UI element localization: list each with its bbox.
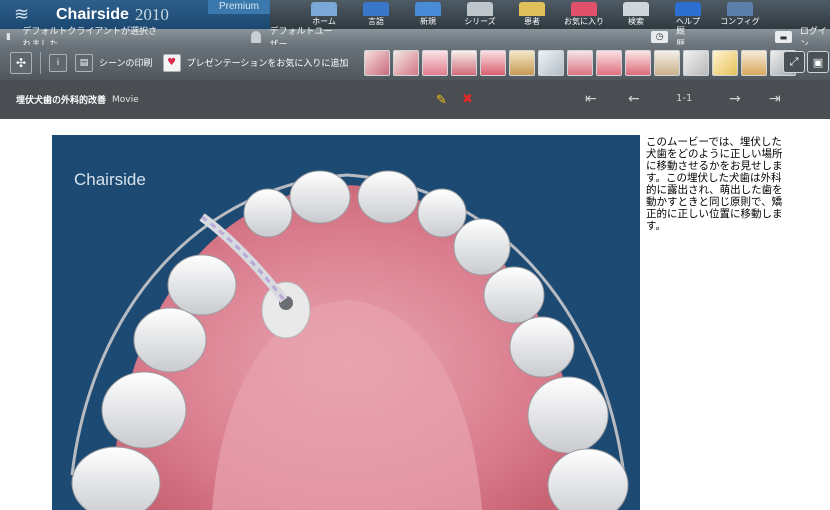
last-page-icon[interactable]: ⇥ (769, 91, 781, 107)
scene-thumb[interactable] (625, 50, 651, 76)
help-icon (675, 2, 701, 16)
scene-thumb[interactable] (480, 50, 506, 76)
language-icon (363, 2, 389, 16)
nav-patient[interactable]: 患者 (506, 0, 558, 29)
scene-title-bar: 埋伏犬歯の外科的改善 Movie ✎ ✖ ⇤ ← 1-1 → ⇥ (0, 80, 830, 119)
expand-icon[interactable]: ⤢ (783, 51, 805, 73)
toolbar-divider (40, 51, 41, 74)
edit-pencil-icon[interactable]: ✎ (436, 93, 447, 108)
monitor-icon[interactable]: ▣ (807, 51, 829, 73)
print-scene-button[interactable]: シーンの印刷 (99, 56, 153, 69)
scene-thumb[interactable] (451, 50, 477, 76)
favorites-icon (571, 2, 597, 16)
brand-year: 2010 (134, 4, 169, 24)
content-area: Chairside このムービーでは、埋伏した犬歯をどのように正しい場所に移動さ… (0, 119, 830, 510)
video-player[interactable]: Chairside (52, 135, 640, 510)
scene-thumb[interactable] (712, 50, 738, 76)
nav-new[interactable]: 新規 (402, 0, 454, 29)
scene-type: Movie (112, 94, 139, 105)
app-window: ≋ Chairside 2010 Premium ホーム 言語 新規 シリーズ … (0, 0, 830, 510)
nav-items: ホーム 言語 新規 シリーズ 患者 お気に入り 検索 ヘルプ コンフィグ (298, 0, 766, 29)
new-icon (415, 2, 441, 16)
scene-thumb[interactable] (538, 50, 564, 76)
video-logo: Chairside (74, 170, 146, 189)
search-icon (623, 2, 649, 16)
scene-thumb[interactable] (596, 50, 622, 76)
home-icon (311, 2, 337, 16)
scene-thumb[interactable] (364, 50, 390, 76)
pin-icon: ▮ (6, 32, 11, 42)
scene-description: このムービーでは、埋伏した犬歯をどのように正しい場所に移動させるかをお見せします… (646, 136, 783, 232)
scene-thumb[interactable] (683, 50, 709, 76)
add-favorite-button[interactable]: プレゼンテーションをお気に入りに追加 (187, 56, 349, 69)
history-icon[interactable]: ◷ (651, 31, 668, 43)
brand-name: Chairside (56, 5, 129, 23)
toolbar: ✣ i ▤ シーンの印刷 ♥ プレゼンテーションをお気に入りに追加 ⤢ ▣ (0, 45, 830, 80)
page-indicator: 1-1 (676, 93, 693, 104)
scene-title: 埋伏犬歯の外科的改善 (16, 96, 107, 106)
fullscreen-icon[interactable]: ✣ (10, 51, 32, 74)
previous-page-icon[interactable]: ← (628, 91, 640, 107)
scene-thumb[interactable] (393, 50, 419, 76)
print-icon[interactable]: ▤ (75, 53, 93, 72)
config-icon (727, 2, 753, 16)
swoosh-icon: ≋ (14, 3, 30, 25)
nav-series[interactable]: シリーズ (454, 0, 506, 29)
nav-config[interactable]: コンフィグ (714, 0, 766, 29)
scene-thumb[interactable] (422, 50, 448, 76)
next-page-icon[interactable]: → (729, 91, 741, 107)
nav-favorites[interactable]: お気に入り (558, 0, 610, 29)
series-icon (467, 2, 493, 16)
scene-thumb[interactable] (654, 50, 680, 76)
scene-thumb[interactable] (567, 50, 593, 76)
delete-x-icon[interactable]: ✖ (462, 92, 473, 107)
user-icon (251, 31, 262, 43)
status-bar: ▮ デフォルトクライアントが選択されました デフォルトユーザー ◷ 厩歴 ▬ ロ… (0, 27, 830, 50)
scene-thumb[interactable] (509, 50, 535, 76)
heart-icon[interactable]: ♥ (162, 53, 181, 72)
first-page-icon[interactable]: ⇤ (585, 91, 597, 107)
patient-icon (519, 2, 545, 16)
lock-icon[interactable]: ▬ (775, 31, 792, 43)
scene-thumb[interactable] (741, 50, 767, 76)
edition-badge: Premium (208, 0, 270, 14)
info-icon[interactable]: i (49, 53, 67, 72)
scene-thumbnails (364, 50, 799, 76)
dental-arch-illustration: Chairside (70, 170, 629, 510)
nav-search[interactable]: 検索 (610, 0, 662, 29)
nav-language[interactable]: 言語 (350, 0, 402, 29)
